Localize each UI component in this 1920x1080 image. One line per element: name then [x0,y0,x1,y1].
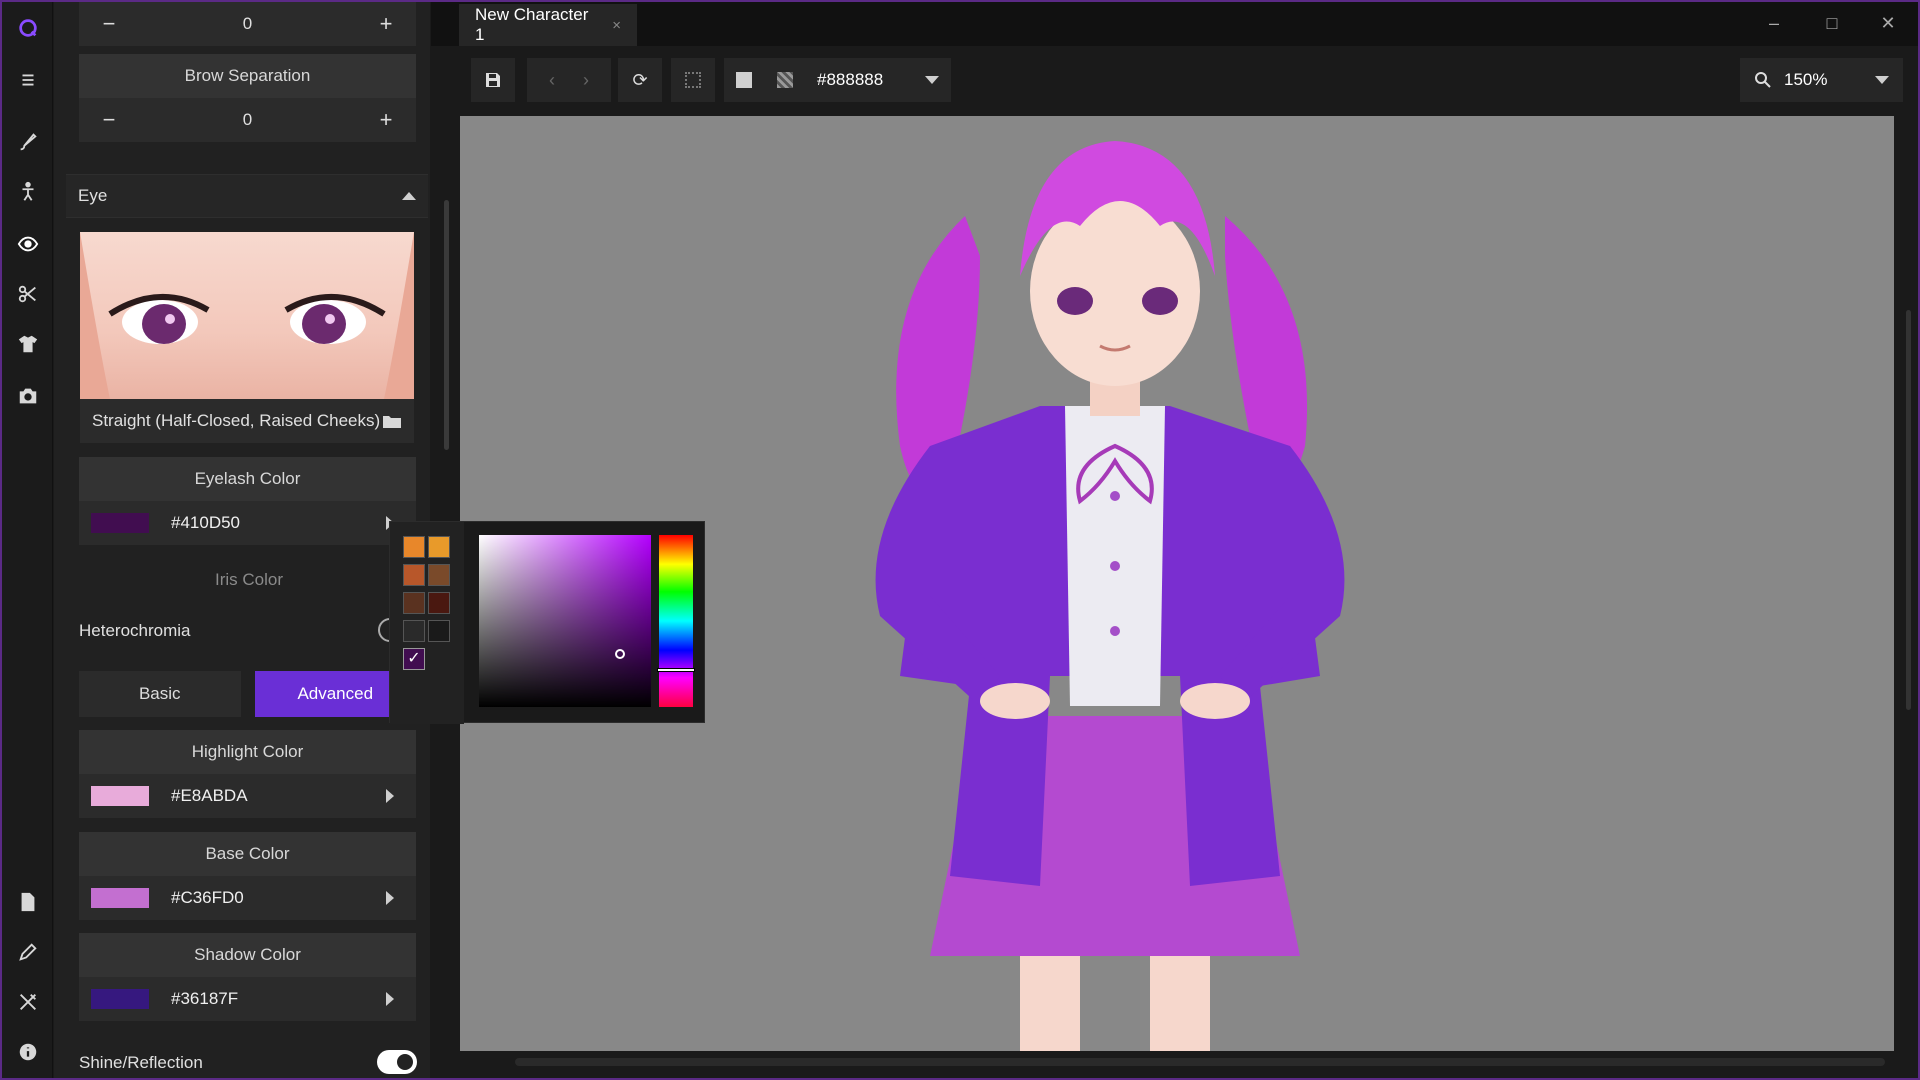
preset-swatch[interactable] [428,536,450,558]
zoom-select[interactable]: 150% [1740,58,1903,102]
canvas-vertical-scrollbar[interactable] [1906,310,1911,710]
close-tab-icon[interactable]: × [612,17,621,34]
preset-swatch[interactable] [403,620,425,642]
base-color-row[interactable]: #C36FD0 [79,876,416,920]
selected-swatch-check-icon[interactable]: ✓ [403,648,425,670]
info-icon[interactable] [2,1032,53,1072]
background-color-value: #888888 [817,70,884,89]
stepper-value: 0 [242,110,253,129]
eye-preset-row[interactable]: Straight (Half-Closed, Raised Cheeks) [80,399,414,443]
shadow-color-label: Shadow Color [79,933,416,977]
eyelash-color-row[interactable]: #410D50 [79,501,416,545]
collapse-icon [402,192,416,200]
iris-mode-tabs: Basic Advanced [79,671,416,717]
document-tab-title: New Character 1 [475,5,589,44]
increment-button[interactable]: + [376,107,396,133]
brush-icon[interactable] [2,122,53,162]
preset-swatch[interactable] [403,536,425,558]
solid-bg-icon[interactable] [724,58,764,102]
search-icon [1755,72,1771,88]
shirt-icon[interactable] [2,324,53,364]
close-window-icon[interactable]: ✕ [1868,6,1908,40]
save-icon[interactable] [471,58,515,102]
document-tab[interactable]: New Character 1 × [459,4,637,46]
icon-rail [2,2,53,1078]
color-picker-popup: ✓ [389,521,705,724]
highlight-color-value: #E8ABDA [171,786,248,805]
app-logo-icon[interactable] [2,8,53,48]
preset-swatches: ✓ [390,522,464,724]
iris-color-label: Iris Color [215,570,284,589]
tools-icon[interactable] [2,982,53,1022]
preset-swatch[interactable] [428,620,450,642]
stepper-value: 0 [242,14,253,33]
eyelash-color-label: Eyelash Color [79,457,416,501]
shadow-color-value: #36187F [171,989,239,1008]
folder-icon[interactable] [382,413,402,429]
eye-preset-preview[interactable] [80,232,414,399]
shine-reflection-label: Shine/Reflection [79,1053,203,1072]
color-cursor[interactable] [615,649,625,659]
history-controls: ‹ › [527,58,611,102]
hue-slider[interactable] [657,535,695,707]
shadow-color-row[interactable]: #36187F [79,977,416,1021]
preset-swatch[interactable] [428,564,450,586]
shadow-color-swatch[interactable] [91,989,149,1009]
eyelash-color-value: #410D50 [171,513,241,532]
chevron-down-icon [925,76,939,84]
canvas-horizontal-scrollbar[interactable] [515,1058,1885,1066]
pencil-icon[interactable] [2,932,53,972]
top-stepper: − 0 + [79,2,416,46]
minimize-icon[interactable]: – [1754,6,1794,40]
toggle-knob [397,1054,413,1070]
preset-swatch[interactable] [428,592,450,614]
panel-scrollbar[interactable] [444,200,449,450]
expand-arrow-icon[interactable] [386,891,394,905]
eye-section-header[interactable]: Eye [66,174,428,218]
decrement-button[interactable]: − [99,107,119,133]
file-icon[interactable] [2,882,53,922]
chevron-down-icon [1875,76,1889,84]
base-color-swatch[interactable] [91,888,149,908]
camera-icon[interactable] [2,376,53,416]
menu-icon[interactable] [2,60,53,100]
zoom-value: 150% [1784,70,1828,89]
base-color-label: Base Color [79,832,416,876]
preset-swatch[interactable] [403,592,425,614]
title-bar [431,2,1918,46]
base-color-value: #C36FD0 [171,888,244,907]
transparent-bg-icon[interactable] [764,58,805,102]
brow-separation-stepper: − 0 + [79,98,416,142]
tab-basic[interactable]: Basic [79,671,241,717]
scissors-icon[interactable] [2,274,53,314]
expand-arrow-icon[interactable] [386,789,394,803]
background-color-select[interactable]: #888888 [805,58,951,102]
highlight-color-label: Highlight Color [79,730,416,774]
decrement-button[interactable]: − [99,11,119,37]
maximize-icon[interactable]: □ [1812,6,1852,40]
eyelash-color-swatch[interactable] [91,513,149,533]
refresh-icon[interactable]: ⟳ [618,58,662,102]
shine-reflection-toggle[interactable] [377,1050,417,1074]
highlight-color-swatch[interactable] [91,786,149,806]
increment-button[interactable]: + [376,11,396,37]
forward-icon[interactable]: › [583,70,589,91]
preset-swatch[interactable] [403,564,425,586]
hue-slider-handle[interactable] [657,668,695,672]
expand-arrow-icon[interactable] [386,992,394,1006]
brow-separation-label: Brow Separation [79,54,416,98]
heterochromia-label: Heterochromia [79,621,191,640]
back-icon[interactable]: ‹ [549,70,555,91]
highlight-color-row[interactable]: #E8ABDA [79,774,416,818]
saturation-value-field[interactable] [479,535,651,707]
pose-icon[interactable] [2,172,53,212]
eye-preset-name: Straight (Half-Closed, Raised Cheeks) [92,411,381,430]
eye-section-title: Eye [78,186,108,205]
selection-icon[interactable] [671,58,715,102]
eye-icon[interactable] [2,224,53,264]
